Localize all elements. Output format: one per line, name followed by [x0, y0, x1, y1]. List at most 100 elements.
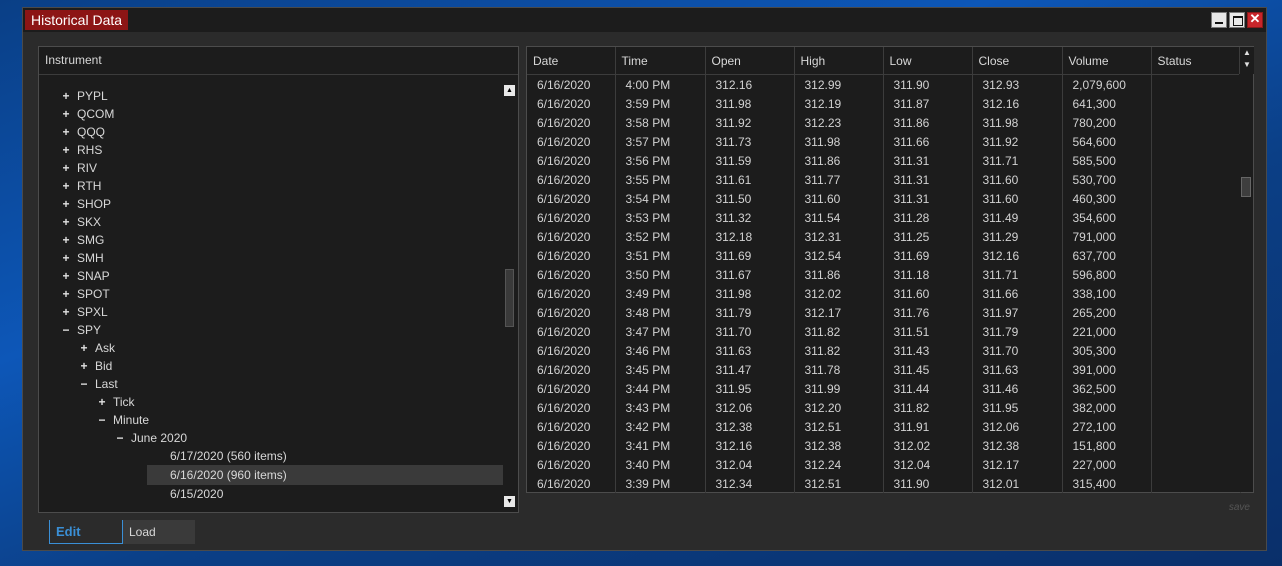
save-link[interactable]: save: [1229, 502, 1250, 513]
table-row[interactable]: 6/16/2020 3:40 PM 312.04 312.24 312.04 312.17…: [527, 455, 1241, 474]
table-cell: 6/16/2020: [527, 436, 616, 455]
tree-scroll-thumb[interactable]: [505, 269, 514, 327]
close-icon: ✕: [1249, 11, 1261, 26]
grid-scroll-thumb[interactable]: [1241, 177, 1251, 197]
table-row[interactable]: 6/16/2020 3:47 PM 311.70 311.82 311.51 311.79…: [527, 322, 1241, 341]
collapse-icon[interactable]: −: [97, 411, 107, 429]
table-header-row: Date Time Open High Low Close Volume Status: [527, 47, 1241, 75]
tree-item[interactable]: + Tick: [39, 393, 499, 411]
tab-load[interactable]: Load: [123, 520, 195, 544]
tree-item[interactable]: + SHOP: [39, 195, 499, 213]
table-cell: 530,700: [1062, 170, 1152, 189]
tree-item[interactable]: − June 2020: [39, 429, 499, 447]
table-row[interactable]: 6/16/2020 3:51 PM 311.69 312.54 311.69 312.16…: [527, 246, 1241, 265]
tree-item[interactable]: + QCOM: [39, 105, 499, 123]
table-row[interactable]: 6/16/2020 3:41 PM 312.16 312.38 312.02 312.38…: [527, 436, 1241, 455]
collapse-icon[interactable]: −: [115, 429, 125, 447]
grid-scrollbar[interactable]: ▲ ▼: [1239, 47, 1254, 492]
table-row[interactable]: 6/16/2020 3:46 PM 311.63 311.82 311.43 311.70…: [527, 341, 1241, 360]
tree-item[interactable]: + SMG: [39, 231, 499, 249]
scroll-down-icon[interactable]: ▼: [1240, 59, 1254, 71]
expand-icon[interactable]: +: [61, 123, 71, 141]
scroll-up-icon[interactable]: ▲: [504, 85, 515, 96]
expand-icon[interactable]: +: [61, 141, 71, 159]
tree-item[interactable]: + SMH: [39, 249, 499, 267]
tree-item[interactable]: + SPXL: [39, 303, 499, 321]
table-cell: 312.06: [972, 417, 1063, 436]
collapse-icon[interactable]: −: [79, 375, 89, 393]
table-row[interactable]: 6/16/2020 3:44 PM 311.95 311.99 311.44 311.46…: [527, 379, 1241, 398]
tree-item-label: QQQ: [77, 125, 106, 139]
table-row[interactable]: 6/16/2020 3:45 PM 311.47 311.78 311.45 311.63…: [527, 360, 1241, 379]
expand-icon[interactable]: +: [61, 177, 71, 195]
expand-icon[interactable]: +: [61, 159, 71, 177]
expand-icon[interactable]: +: [61, 87, 71, 105]
expand-icon[interactable]: +: [79, 357, 89, 375]
table-row[interactable]: 6/16/2020 3:48 PM 311.79 312.17 311.76 311.97…: [527, 303, 1241, 322]
expand-icon[interactable]: +: [61, 231, 71, 249]
expand-icon[interactable]: +: [79, 339, 89, 357]
grid-scroll-arrows[interactable]: ▲ ▼: [1239, 47, 1254, 74]
tree-item[interactable]: + RHS: [39, 141, 499, 159]
close-button[interactable]: ✕: [1247, 11, 1263, 28]
scroll-down-icon[interactable]: ▼: [504, 496, 515, 507]
tree-item[interactable]: 6/17/2020 (560 items): [39, 447, 499, 465]
column-header[interactable]: Status: [1151, 47, 1241, 75]
maximize-button[interactable]: [1229, 12, 1245, 28]
column-header[interactable]: Volume: [1062, 47, 1152, 75]
tree-item[interactable]: 6/15/2020: [39, 485, 499, 503]
table-row[interactable]: 6/16/2020 3:57 PM 311.73 311.98 311.66 311.92…: [527, 132, 1241, 151]
table-row[interactable]: 6/16/2020 3:43 PM 312.06 312.20 311.82 311.95…: [527, 398, 1241, 417]
column-header[interactable]: Date: [527, 47, 616, 75]
table-cell: 311.90: [883, 74, 973, 94]
expand-icon[interactable]: +: [61, 249, 71, 267]
column-header[interactable]: High: [794, 47, 884, 75]
tree-item[interactable]: − Minute: [39, 411, 499, 429]
expand-icon[interactable]: +: [61, 213, 71, 231]
table-row[interactable]: 6/16/2020 3:54 PM 311.50 311.60 311.31 311.60…: [527, 189, 1241, 208]
tree-item[interactable]: + RIV: [39, 159, 499, 177]
table-row[interactable]: 6/16/2020 3:52 PM 312.18 312.31 311.25 311.29…: [527, 227, 1241, 246]
expand-icon[interactable]: +: [61, 267, 71, 285]
table-row[interactable]: 6/16/2020 3:50 PM 311.67 311.86 311.18 311.71…: [527, 265, 1241, 284]
table-row[interactable]: 6/16/2020 3:58 PM 311.92 312.23 311.86 311.98…: [527, 113, 1241, 132]
column-header[interactable]: Close: [972, 47, 1063, 75]
tree-item[interactable]: + Bid: [39, 357, 499, 375]
table-row[interactable]: 6/16/2020 3:42 PM 312.38 312.51 311.91 312.06…: [527, 417, 1241, 436]
tree-scrollbar[interactable]: ▲ ▼: [504, 85, 515, 507]
table-row[interactable]: 6/16/2020 3:56 PM 311.59 311.86 311.31 311.71…: [527, 151, 1241, 170]
expand-icon[interactable]: +: [97, 393, 107, 411]
column-header[interactable]: Open: [705, 47, 795, 75]
tree-item[interactable]: 6/16/2020 (960 items): [39, 465, 503, 485]
tree-item[interactable]: + Ask: [39, 339, 499, 357]
tree-item[interactable]: + QQQ: [39, 123, 499, 141]
minimize-button[interactable]: [1211, 12, 1227, 28]
tree-item[interactable]: − SPY: [39, 321, 499, 339]
collapse-icon[interactable]: −: [61, 321, 71, 339]
expand-icon[interactable]: +: [61, 303, 71, 321]
column-header[interactable]: Time: [615, 47, 706, 75]
expand-icon[interactable]: +: [61, 105, 71, 123]
tree-item[interactable]: + SNAP: [39, 267, 499, 285]
tree-item[interactable]: + RTH: [39, 177, 499, 195]
table-cell: [1151, 322, 1241, 341]
column-header[interactable]: Low: [883, 47, 973, 75]
tree-item[interactable]: + PYPL: [39, 87, 499, 105]
expand-icon[interactable]: +: [61, 195, 71, 213]
table-row[interactable]: 6/16/2020 4:00 PM 312.16 312.99 311.90 312.93…: [527, 74, 1241, 94]
tree-item[interactable]: + SKX: [39, 213, 499, 231]
expand-icon[interactable]: +: [61, 285, 71, 303]
table-row[interactable]: 6/16/2020 3:53 PM 311.32 311.54 311.28 311.49…: [527, 208, 1241, 227]
table-cell: 6/16/2020: [527, 474, 616, 493]
tree-item-label: SPXL: [77, 305, 108, 319]
scroll-up-icon[interactable]: ▲: [1240, 47, 1254, 59]
tree-item[interactable]: − Last: [39, 375, 499, 393]
table-row[interactable]: 6/16/2020 3:39 PM 312.34 312.51 311.90 312.01…: [527, 474, 1241, 493]
table-cell: 3:45 PM: [615, 360, 706, 379]
tab-edit[interactable]: Edit: [49, 520, 123, 544]
table-row[interactable]: 6/16/2020 3:59 PM 311.98 312.19 311.87 312.16…: [527, 94, 1241, 113]
table-row[interactable]: 6/16/2020 3:55 PM 311.61 311.77 311.31 311.60…: [527, 170, 1241, 189]
title-bar[interactable]: Historical Data ✕: [23, 8, 1266, 32]
tree-item[interactable]: + SPOT: [39, 285, 499, 303]
table-row[interactable]: 6/16/2020 3:49 PM 311.98 312.02 311.60 311.66…: [527, 284, 1241, 303]
